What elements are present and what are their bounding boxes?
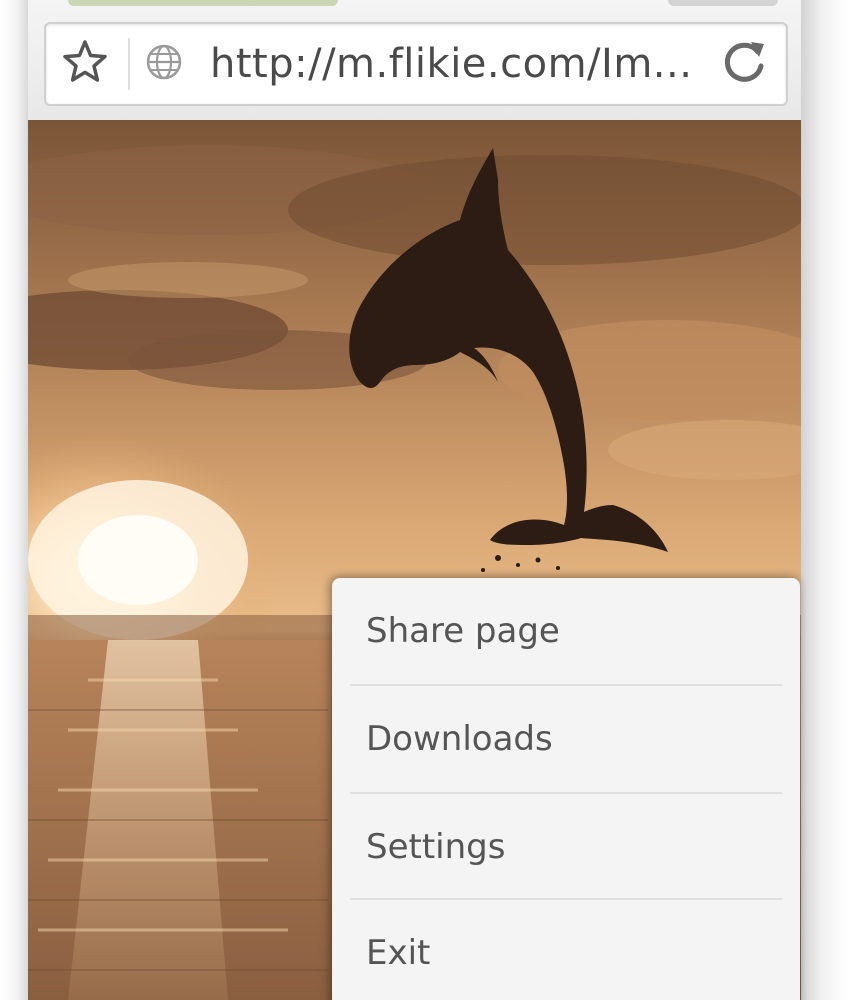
menu-item-settings[interactable]: Settings bbox=[332, 794, 800, 900]
star-icon bbox=[61, 38, 109, 90]
browser-toolbar: http://m.flikie.com/Im... bbox=[28, 0, 801, 120]
url-text[interactable]: http://m.flikie.com/Im... bbox=[210, 38, 700, 90]
android-browser-screen: http://m.flikie.com/Im... Share page Dow… bbox=[0, 0, 847, 1000]
menu-item-share-page[interactable]: Share page bbox=[332, 578, 800, 684]
reload-icon bbox=[718, 36, 770, 92]
bookmark-button[interactable] bbox=[52, 32, 118, 96]
device-frame-right bbox=[801, 0, 847, 1000]
menu-item-label: Exit bbox=[366, 933, 431, 973]
menu-item-label: Share page bbox=[366, 611, 560, 651]
url-bar[interactable]: http://m.flikie.com/Im... bbox=[44, 22, 788, 106]
url-bar-separator bbox=[128, 38, 130, 90]
reload-button[interactable] bbox=[714, 34, 774, 94]
globe-icon bbox=[145, 43, 183, 85]
overflow-menu: Share page Downloads Settings Exit bbox=[332, 578, 800, 1000]
menu-item-exit[interactable]: Exit bbox=[332, 900, 800, 1000]
tab-indicator[interactable] bbox=[68, 0, 338, 6]
menu-item-label: Downloads bbox=[366, 719, 553, 759]
menu-item-downloads[interactable]: Downloads bbox=[332, 686, 800, 792]
site-icon bbox=[144, 44, 184, 84]
menu-item-label: Settings bbox=[366, 827, 506, 867]
tab-indicator-secondary[interactable] bbox=[668, 0, 778, 6]
device-frame-left bbox=[0, 0, 28, 1000]
